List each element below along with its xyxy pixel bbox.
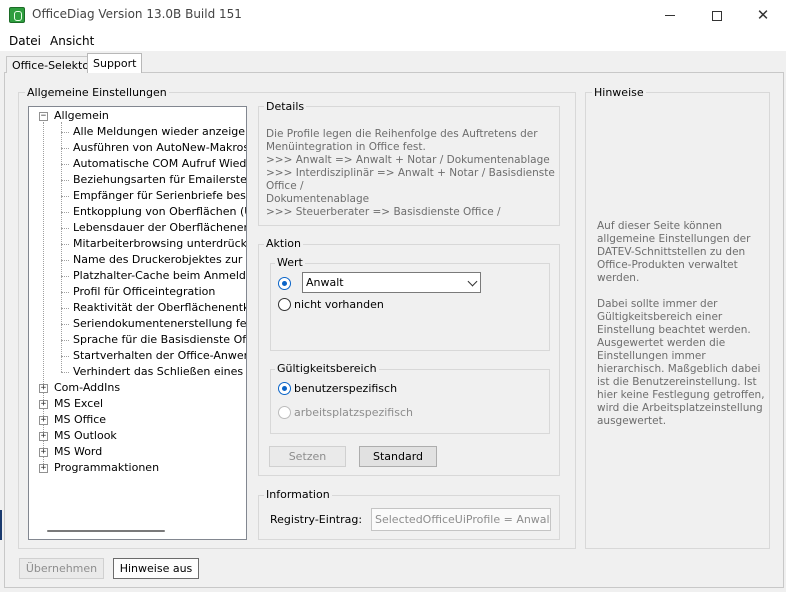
tree-guide-line [61, 340, 69, 341]
menu-ansicht[interactable]: Ansicht [50, 34, 94, 48]
tree-node-ms-excel[interactable]: MS Excel [54, 396, 103, 412]
tree-item[interactable]: Sprache für die Basisdienste Office (I [73, 332, 246, 348]
radio-benutzerspezifisch[interactable] [278, 382, 291, 395]
tree-guide-line [61, 276, 69, 277]
minimize-button[interactable] [647, 0, 693, 31]
tree-item[interactable]: Lebensdauer der Oberflächenentkop [73, 220, 246, 236]
registry-label: Registry-Eintrag: [270, 513, 363, 526]
gueltigkeit-label: Gültigkeitsbereich [275, 362, 379, 375]
tree-expand-icon[interactable]: + [39, 416, 48, 425]
radio-nicht-vorhanden[interactable] [278, 298, 291, 311]
details-line: >>> Anwalt => Anwalt + Notar / Dokumente… [266, 154, 550, 166]
details-label: Details [264, 100, 307, 113]
hinweise-text: Auf dieser Seite können allgemeine Einst… [597, 220, 767, 441]
tree-collapse-icon[interactable]: − [39, 112, 48, 121]
tree-item[interactable]: Beziehungsarten für Emailerstellung [73, 172, 246, 188]
chevron-down-icon [467, 276, 478, 287]
tree-expand-icon[interactable]: + [39, 400, 48, 409]
hinweise-aus-button[interactable]: Hinweise aus [113, 558, 199, 579]
wert-label: Wert [275, 256, 305, 269]
tree-node-programmaktionen[interactable]: Programmaktionen [54, 460, 159, 476]
tab-support[interactable]: Support [87, 53, 143, 73]
aktion-label: Aktion [264, 237, 303, 250]
tree-guide-line [61, 308, 69, 309]
tree-expand-icon[interactable]: + [39, 432, 48, 441]
tree-node-ms-outlook[interactable]: MS Outlook [54, 428, 117, 444]
details-line: Die Profile legen die Reihenfolge des Au… [266, 128, 538, 140]
uebernehmen-button[interactable]: Übernehmen [19, 558, 104, 579]
hinweise-paragraph: Dabei sollte immer der Gültigkeitsbereic… [597, 298, 765, 427]
close-icon: ✕ [756, 6, 770, 24]
tree-item[interactable]: Entkopplung von Oberflächen (UiHos [73, 204, 246, 220]
settings-group-label: Allgemeine Einstellungen [25, 86, 169, 99]
radio-arbeitsplatzspezifisch-label[interactable]: arbeitsplatzspezifisch [294, 406, 413, 419]
menu-bar: Datei Ansicht [0, 31, 786, 51]
window-edge-marker [0, 510, 2, 540]
tree-item[interactable]: Empfänger für Serienbriefe bestimmer [73, 188, 246, 204]
tree-guide-line [61, 260, 69, 261]
radio-nicht-vorhanden-label[interactable]: nicht vorhanden [294, 298, 384, 311]
details-line: >>> Interdisziplinär => Anwalt + Notar /… [266, 167, 555, 192]
officediag-app-icon [9, 7, 25, 23]
radio-arbeitsplatzspezifisch[interactable] [278, 406, 291, 419]
hinweise-label: Hinweise [592, 86, 646, 99]
minimize-icon [665, 15, 675, 16]
tree-item[interactable]: Ausführen von AutoNew-Makros [73, 140, 246, 156]
tree-guide-line [61, 180, 69, 181]
tree-item[interactable]: Verhindert das Schließen eines Textb [73, 364, 246, 380]
setzen-button[interactable]: Setzen [269, 446, 346, 467]
tree-guide-line [61, 148, 69, 149]
information-label: Information [264, 488, 332, 501]
tree-item[interactable]: Profil für Officeintegration [73, 284, 215, 300]
gueltigkeit-group [270, 369, 550, 434]
standard-button[interactable]: Standard [359, 446, 437, 467]
tree-expand-icon[interactable]: + [39, 384, 48, 393]
tab-office-selektor[interactable]: Office-Selektor [6, 56, 100, 73]
tree-node-ms-word[interactable]: MS Word [54, 444, 102, 460]
tree-horizontal-scrollbar[interactable] [47, 530, 165, 532]
close-button[interactable]: ✕ [740, 0, 786, 31]
tree-item[interactable]: Name des Druckerobjektes zur PDF- [73, 252, 246, 268]
details-line: >>> Steuerberater => Basisdienste Office… [266, 206, 501, 218]
tree-node-com-addins[interactable]: Com-AddIns [54, 380, 120, 396]
details-line: Menüintegration in Office fest. [266, 141, 426, 153]
tree-item[interactable]: Alle Meldungen wieder anzeigen [73, 124, 246, 140]
radio-benutzerspezifisch-label[interactable]: benutzerspezifisch [294, 382, 397, 395]
tree-guide-line [61, 164, 69, 165]
window-title: OfficeDiag Version 13.0B Build 151 [32, 7, 242, 21]
maximize-icon [712, 10, 722, 21]
maximize-button[interactable] [694, 0, 740, 31]
profile-combo-value: Anwalt [306, 276, 344, 289]
tree-guide-line [61, 212, 69, 213]
radio-combo-value[interactable] [278, 277, 291, 290]
tree-guide-line [61, 122, 62, 372]
tree-expand-icon[interactable]: + [39, 464, 48, 473]
tree-item[interactable]: Reaktivität der Oberflächenentkopplu [73, 300, 246, 316]
tree-item[interactable]: Platzhalter-Cache beim Anmelden akt [73, 268, 246, 284]
tree-item[interactable]: Automatische COM Aufruf Wiederhol [73, 156, 246, 172]
registry-field[interactable]: SelectedOfficeUiProfile = Anwalt [371, 508, 551, 531]
settings-tree[interactable]: − Allgemein Alle Meldungen wieder anzeigen… [28, 106, 247, 540]
tree-guide-line [61, 372, 69, 373]
details-line: Dokumentenablage [266, 193, 370, 205]
menu-datei[interactable]: Datei [9, 34, 41, 48]
tree-node-ms-office[interactable]: MS Office [54, 412, 106, 428]
tree-guide-line [61, 244, 69, 245]
title-bar: OfficeDiag Version 13.0B Build 151 ✕ [0, 0, 786, 31]
tree-guide-line [61, 228, 69, 229]
profile-combo[interactable]: Anwalt [302, 272, 481, 293]
tree-guide-line [61, 132, 69, 133]
tree-guide-line [61, 324, 69, 325]
tree-item[interactable]: Startverhalten der Office-Anwendung [73, 348, 246, 364]
tree-item[interactable]: Seriendokumentenerstellung festlegen [73, 316, 246, 332]
details-text: Die Profile legen die Reihenfolge des Au… [266, 128, 556, 219]
tree-guide-line [61, 292, 69, 293]
hinweise-paragraph: Auf dieser Seite können allgemeine Einst… [597, 220, 751, 284]
tree-node-allgemein[interactable]: Allgemein [54, 108, 109, 124]
tree-guide-line [61, 196, 69, 197]
tree-item[interactable]: Mitarbeiterbrowsing unterdrücken [73, 236, 246, 252]
tree-expand-icon[interactable]: + [39, 448, 48, 457]
tab-strip: Office-Selektor Support [0, 53, 786, 73]
tree-guide-line [61, 356, 69, 357]
